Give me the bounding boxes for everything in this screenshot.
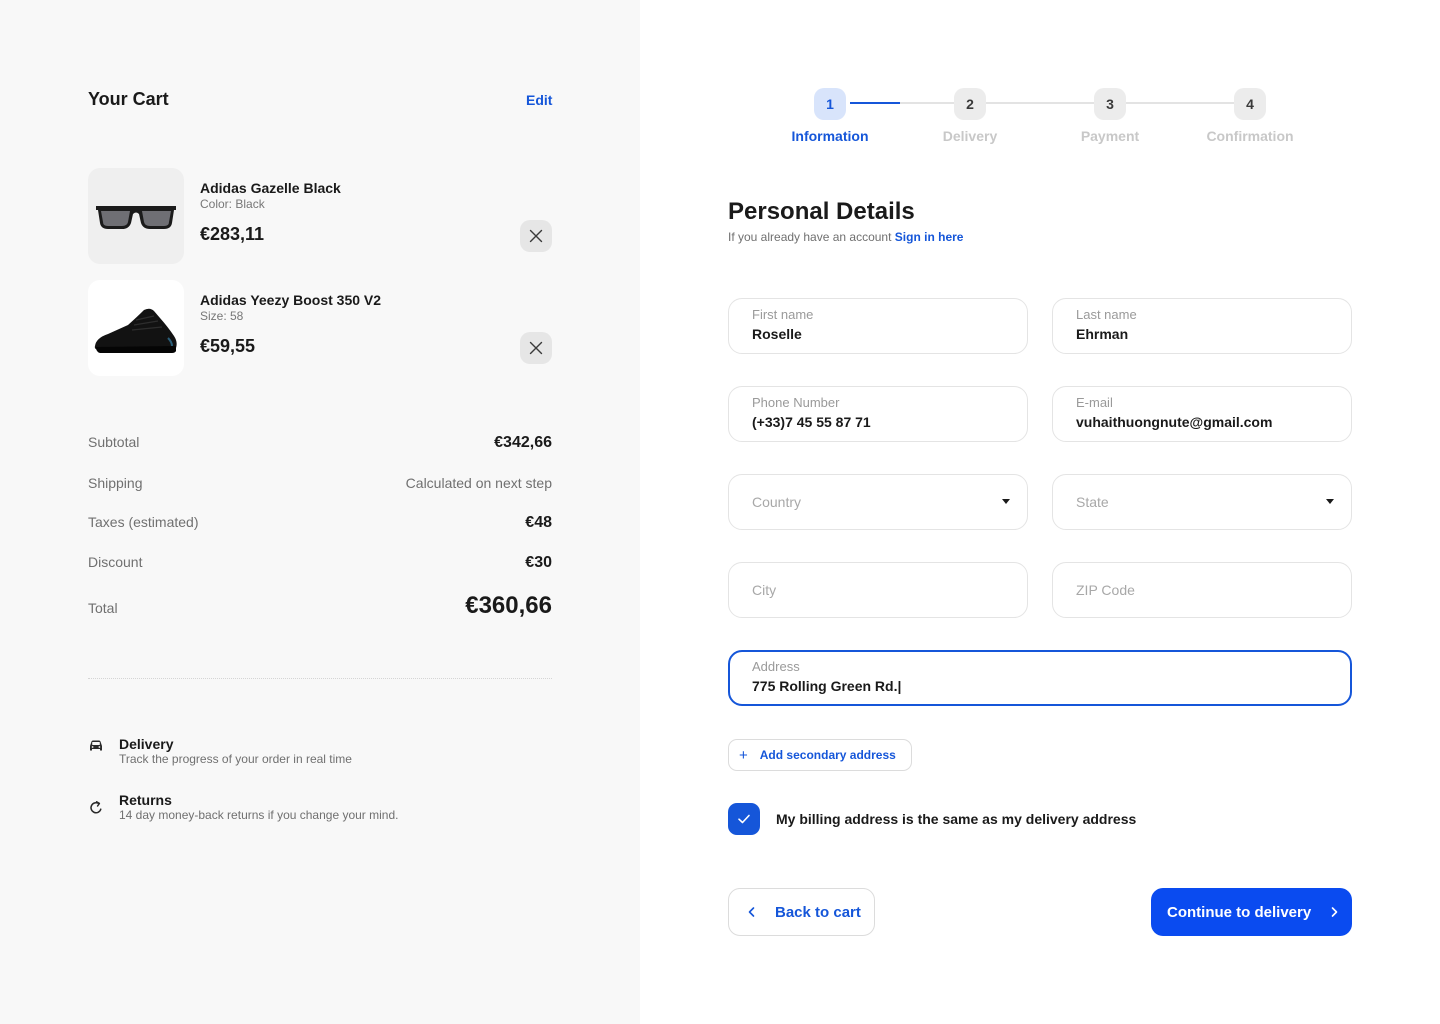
add-secondary-address-label: Add secondary address xyxy=(759,748,896,762)
chevron-left-icon xyxy=(748,907,755,917)
address-input[interactable] xyxy=(752,678,1312,694)
signin-prompt-text: If you already have an account xyxy=(728,230,892,244)
email-input[interactable] xyxy=(1076,414,1336,430)
add-secondary-address-button[interactable]: + Add secondary address xyxy=(728,739,912,771)
cart-edit-link[interactable]: Edit xyxy=(526,92,552,108)
zip-field[interactable]: ZIP Code xyxy=(1052,562,1352,618)
phone-field[interactable]: Phone Number xyxy=(728,386,1028,442)
state-select[interactable]: State xyxy=(1052,474,1352,530)
subtotal-row: Subtotal €342,66 xyxy=(88,434,552,452)
shipping-value: Calculated on next step xyxy=(405,475,552,491)
discount-value: €30 xyxy=(525,554,552,571)
state-placeholder: State xyxy=(1076,494,1109,510)
remove-item-button[interactable] xyxy=(520,220,552,252)
city-placeholder: City xyxy=(752,582,777,598)
item-color: Color: Black xyxy=(200,197,265,211)
taxes-label: Taxes (estimated) xyxy=(88,514,199,530)
last-name-input[interactable] xyxy=(1076,326,1336,342)
item-size: Size: 58 xyxy=(200,309,244,323)
step-delivery[interactable]: 2 Delivery xyxy=(910,88,1030,144)
step-information[interactable]: 1 Information xyxy=(770,88,890,144)
first-name-field[interactable]: First name xyxy=(728,298,1028,354)
perk-description: Track the progress of your order in real… xyxy=(119,752,352,766)
product-thumbnail-sunglasses[interactable] xyxy=(88,168,184,264)
step-label: Information xyxy=(791,128,869,144)
divider xyxy=(88,678,552,679)
close-icon xyxy=(529,229,543,243)
cart-title: Your Cart xyxy=(88,89,169,109)
item-price: €59,55 xyxy=(200,336,256,356)
perk-title: Delivery xyxy=(119,736,174,752)
cart-item: Adidas Gazelle Black Color: Black €283,1… xyxy=(88,168,552,264)
field-label: Last name xyxy=(1076,307,1137,322)
step-number: 2 xyxy=(954,88,986,120)
signin-prompt: If you already have an account Sign in h… xyxy=(728,230,963,244)
perk-description: 14 day money-back returns if you change … xyxy=(119,808,399,822)
subtotal-label: Subtotal xyxy=(88,434,140,450)
country-select[interactable]: Country xyxy=(728,474,1028,530)
back-to-cart-button[interactable]: Back to cart xyxy=(728,888,875,936)
billing-same-label[interactable]: My billing address is the same as my del… xyxy=(776,811,1136,827)
first-name-input[interactable] xyxy=(752,326,1012,342)
taxes-row: Taxes (estimated) €48 xyxy=(88,514,552,532)
total-row: Total €360,66 xyxy=(88,592,552,620)
check-icon xyxy=(738,814,750,824)
caret-down-icon xyxy=(1326,499,1334,504)
field-label: E-mail xyxy=(1076,395,1113,410)
subtotal-value: €342,66 xyxy=(494,434,552,451)
field-label: Address xyxy=(752,659,800,674)
plus-icon: + xyxy=(739,746,748,764)
caret-down-icon xyxy=(1002,499,1010,504)
step-confirmation[interactable]: 4 Confirmation xyxy=(1190,88,1310,144)
taxes-value: €48 xyxy=(525,514,552,531)
shipping-label: Shipping xyxy=(88,475,143,491)
cart-panel: Your Cart Edit Adidas Gazelle Black Colo… xyxy=(0,0,640,1024)
email-field[interactable]: E-mail xyxy=(1052,386,1352,442)
last-name-field[interactable]: Last name xyxy=(1052,298,1352,354)
address-field[interactable]: Address xyxy=(728,650,1352,706)
city-field[interactable]: City xyxy=(728,562,1028,618)
discount-row: Discount €30 xyxy=(88,554,552,572)
chevron-right-icon xyxy=(1331,907,1338,917)
step-payment[interactable]: 3 Payment xyxy=(1050,88,1170,144)
step-number: 4 xyxy=(1234,88,1266,120)
field-label: First name xyxy=(752,307,814,322)
perk-title: Returns xyxy=(119,792,172,808)
cart-item: Adidas Yeezy Boost 350 V2 Size: 58 €59,5… xyxy=(88,280,552,376)
item-name: Adidas Gazelle Black xyxy=(200,180,341,196)
car-icon xyxy=(90,740,102,751)
continue-to-delivery-label: Continue to delivery xyxy=(1167,903,1312,921)
item-price: €283,11 xyxy=(200,224,265,244)
step-number: 3 xyxy=(1094,88,1126,120)
billing-same-checkbox[interactable] xyxy=(728,803,760,835)
total-label: Total xyxy=(88,600,118,616)
refresh-icon xyxy=(90,801,102,814)
country-placeholder: Country xyxy=(752,494,802,510)
shipping-row: Shipping Calculated on next step xyxy=(88,475,552,491)
item-name: Adidas Yeezy Boost 350 V2 xyxy=(200,292,382,308)
discount-label: Discount xyxy=(88,554,143,570)
step-label: Delivery xyxy=(942,128,998,144)
signin-link[interactable]: Sign in here xyxy=(895,230,964,244)
close-icon xyxy=(529,341,543,355)
sneaker-image xyxy=(94,308,177,353)
step-number: 1 xyxy=(814,88,846,120)
step-label: Confirmation xyxy=(1206,128,1294,144)
continue-to-delivery-button[interactable]: Continue to delivery xyxy=(1151,888,1352,936)
zip-placeholder: ZIP Code xyxy=(1076,582,1135,598)
total-value: €360,66 xyxy=(465,592,552,619)
product-thumbnail-sneaker[interactable] xyxy=(88,280,184,376)
back-to-cart-label: Back to cart xyxy=(775,903,861,921)
page-title: Personal Details xyxy=(728,198,915,225)
phone-input[interactable] xyxy=(752,414,1012,430)
step-label: Payment xyxy=(1080,128,1140,144)
sunglasses-image xyxy=(96,206,176,229)
field-label: Phone Number xyxy=(752,395,840,410)
remove-item-button[interactable] xyxy=(520,332,552,364)
